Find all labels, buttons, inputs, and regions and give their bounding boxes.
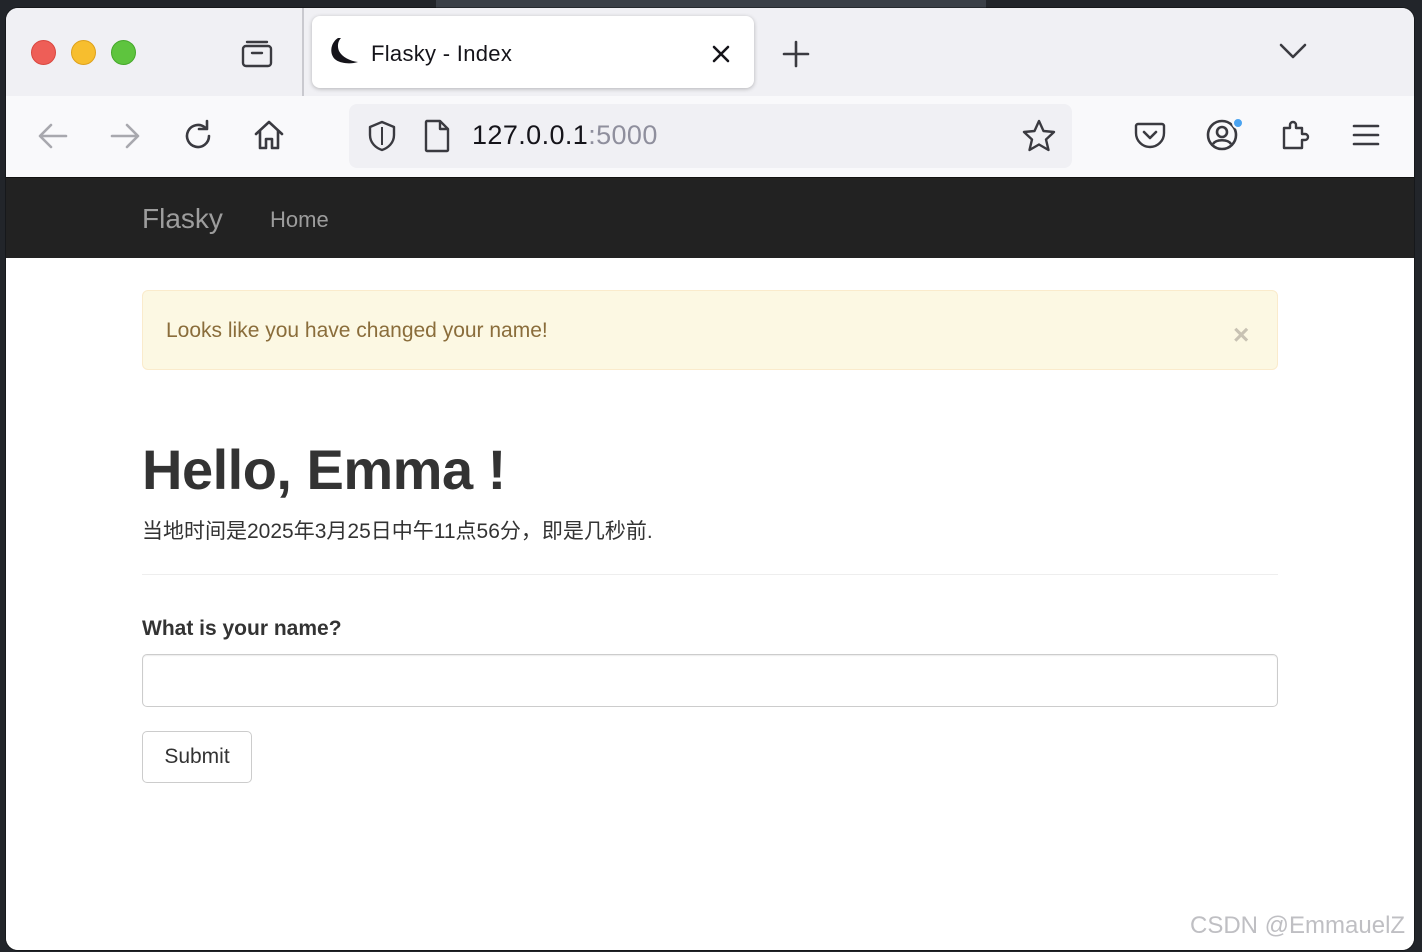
close-window-button[interactable]: [31, 40, 56, 65]
pocket-icon[interactable]: [1133, 118, 1167, 152]
strip-separator: [302, 8, 304, 96]
url-text[interactable]: 127.0.0.1:5000: [472, 120, 658, 151]
name-input[interactable]: [142, 654, 1278, 707]
url-host: 127.0.0.1: [472, 120, 589, 150]
chevron-down-icon[interactable]: [1278, 40, 1308, 62]
plus-icon[interactable]: [781, 39, 811, 69]
url-port: :5000: [588, 120, 658, 150]
flash-alert: Looks like you have changed your name! ×: [142, 290, 1278, 370]
flask-favicon-icon: [331, 38, 358, 64]
close-icon[interactable]: [708, 41, 734, 67]
divider: [142, 574, 1278, 575]
submit-button[interactable]: Submit: [142, 731, 252, 783]
page-icon: [424, 119, 450, 153]
star-icon[interactable]: [1021, 118, 1057, 154]
nav-link-home[interactable]: Home: [270, 207, 329, 233]
background-code-line: [436, 0, 986, 8]
forward-arrow-icon[interactable]: [108, 119, 142, 153]
alert-message: Looks like you have changed your name!: [166, 319, 548, 342]
tab-title: Flasky - Index: [371, 41, 513, 66]
navbar-brand[interactable]: Flasky: [142, 203, 223, 235]
site-navbar: Flasky Home: [6, 177, 1414, 258]
url-bar[interactable]: 127.0.0.1:5000: [349, 104, 1072, 168]
home-icon[interactable]: [252, 118, 286, 152]
page-viewport: Flasky Home Looks like you have changed …: [6, 177, 1414, 950]
browser-window: Flasky - Index 127.0.0.1:5000 Flasky Hom…: [6, 8, 1414, 950]
extensions-icon[interactable]: [1278, 118, 1312, 152]
shield-icon[interactable]: [365, 119, 399, 153]
maximize-window-button[interactable]: [111, 40, 136, 65]
page-title: Hello, Emma !: [142, 438, 506, 501]
reload-icon[interactable]: [181, 119, 215, 153]
tab-flasky-index[interactable]: Flasky - Index: [312, 16, 754, 88]
back-arrow-icon[interactable]: [36, 119, 70, 153]
watermark: CSDN @EmmauelZ: [1190, 912, 1406, 939]
menu-icon[interactable]: [1349, 118, 1383, 152]
minimize-window-button[interactable]: [71, 40, 96, 65]
tab-strip: Flasky - Index: [6, 8, 1414, 96]
tab-overview-icon[interactable]: [241, 38, 273, 68]
name-field-label: What is your name?: [142, 617, 342, 640]
local-time-text: 当地时间是2025年3月25日中午11点56分，即是几秒前.: [142, 520, 653, 543]
account-notification-badge: [1232, 117, 1244, 129]
alert-close-button[interactable]: ×: [1233, 321, 1249, 349]
